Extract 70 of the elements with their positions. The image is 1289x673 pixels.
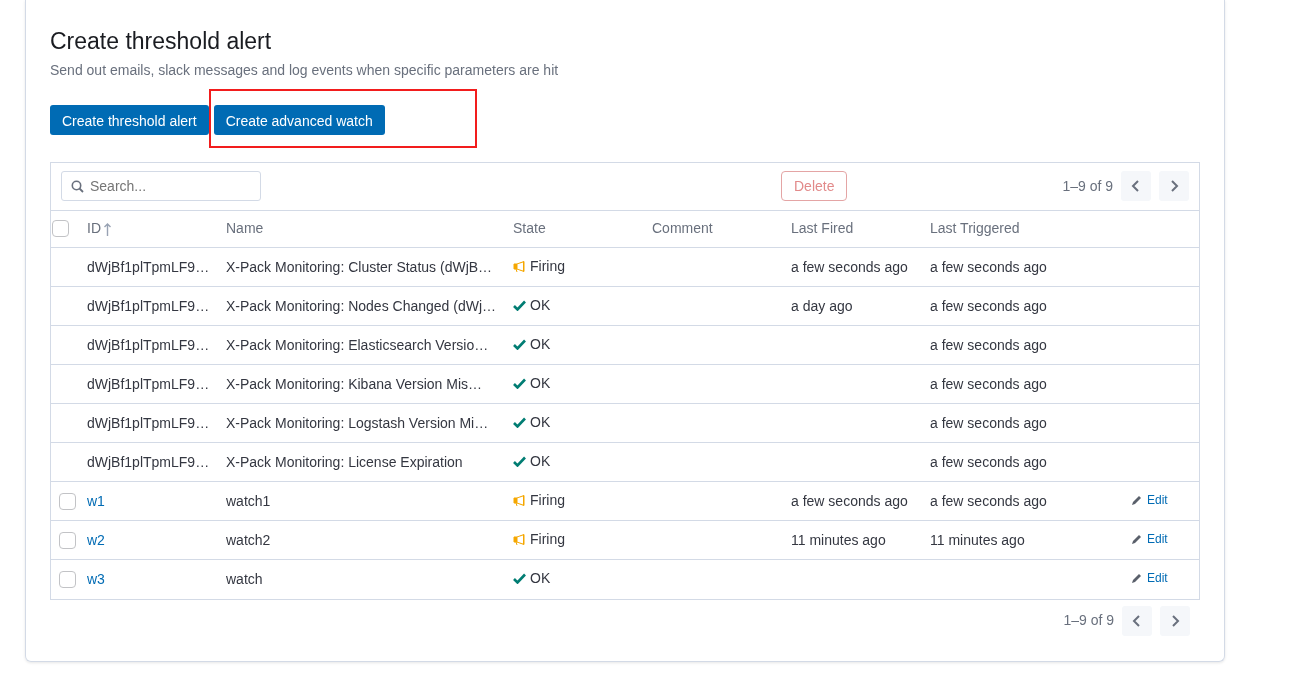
- row-checkbox[interactable]: [59, 570, 76, 588]
- last-triggered-time: a few seconds ago: [930, 375, 1047, 392]
- watch-name: watch: [226, 570, 263, 587]
- last-triggered-time: a few seconds ago: [930, 492, 1047, 509]
- pencil-icon: [1131, 572, 1142, 584]
- chevron-right-icon: [1169, 180, 1179, 193]
- select-all-checkbox[interactable]: [52, 220, 69, 238]
- watch-id-link[interactable]: w2: [87, 531, 105, 548]
- watch-name: X-Pack Monitoring: License Expiration: [226, 453, 463, 470]
- state-label: OK: [530, 296, 551, 316]
- last-triggered-time: a few seconds ago: [930, 297, 1047, 314]
- column-header[interactable]: Last Triggered: [930, 220, 1020, 237]
- last-triggered-time: a few seconds ago: [930, 453, 1047, 470]
- watch-name: X-Pack Monitoring: Nodes Changed (dWj…: [226, 297, 496, 314]
- watch-id: dWjBf1plTpmLF9…: [87, 297, 210, 314]
- previous-page-button[interactable]: [1122, 605, 1152, 636]
- watch-id: dWjBf1plTpmLF9…: [87, 414, 210, 431]
- edit-link[interactable]: Edit: [1131, 491, 1168, 510]
- column-header[interactable]: State: [513, 220, 546, 237]
- last-fired-time: 11 minutes ago: [791, 531, 886, 548]
- state-label: Firing: [530, 491, 565, 511]
- edit-link[interactable]: Edit: [1131, 530, 1168, 549]
- column-header[interactable]: Last Fired: [791, 220, 854, 237]
- chevron-left-icon: [1132, 614, 1142, 627]
- row-checkbox[interactable]: [59, 531, 76, 549]
- state-label: OK: [530, 452, 551, 472]
- watch-id-link[interactable]: w1: [87, 492, 105, 509]
- last-fired-time: a few seconds ago: [791, 492, 908, 509]
- state-label: OK: [530, 335, 551, 355]
- last-fired-time: a few seconds ago: [791, 258, 908, 275]
- pagination-count: 1–9 of 9: [1063, 611, 1114, 631]
- state-label: OK: [530, 569, 551, 589]
- create-button[interactable]: Create threshold alert: [50, 104, 209, 135]
- last-triggered-time: a few seconds ago: [930, 336, 1047, 353]
- next-page-button[interactable]: [1159, 171, 1189, 202]
- watch-id: dWjBf1plTpmLF9…: [87, 453, 210, 470]
- watch-name: X-Pack Monitoring: Elasticsearch Versio…: [226, 336, 489, 353]
- chevron-left-icon: [1131, 180, 1141, 193]
- page-subtitle: Send out emails, slack messages and log events when specific parameters are hit: [50, 60, 560, 80]
- page-title: Create threshold alert: [50, 28, 273, 56]
- watch-name: X-Pack Monitoring: Logstash Version Mi…: [226, 414, 489, 431]
- edit-link[interactable]: Edit: [1131, 569, 1168, 588]
- watch-name: watch1: [226, 492, 271, 509]
- state-label: OK: [530, 413, 551, 433]
- watch-id: dWjBf1plTpmLF9…: [87, 258, 210, 275]
- column-header[interactable]: ID: [87, 220, 101, 237]
- watch-id: dWjBf1plTpmLF9…: [87, 375, 210, 392]
- row-checkbox[interactable]: [59, 492, 76, 510]
- column-header[interactable]: Name: [226, 220, 264, 237]
- last-triggered-time: 11 minutes ago: [930, 531, 1025, 548]
- search-field[interactable]: Search...: [61, 171, 261, 202]
- last-fired-time: a day ago: [791, 297, 853, 314]
- pencil-icon: [1131, 494, 1142, 506]
- watch-id: dWjBf1plTpmLF9…: [87, 336, 210, 353]
- previous-page-button[interactable]: [1121, 171, 1151, 202]
- watch-id-link[interactable]: w3: [87, 570, 105, 587]
- pencil-icon: [1131, 533, 1142, 545]
- chevron-right-icon: [1170, 614, 1180, 627]
- state-label: Firing: [530, 530, 565, 550]
- next-page-button[interactable]: [1160, 605, 1190, 636]
- last-triggered-time: a few seconds ago: [930, 414, 1047, 431]
- watch-name: X-Pack Monitoring: Kibana Version Mis…: [226, 375, 482, 392]
- pagination-count: 1–9 of 9: [1062, 176, 1113, 196]
- create-button[interactable]: Create advanced watch: [213, 104, 385, 135]
- state-label: Firing: [530, 257, 565, 277]
- watch-name: X-Pack Monitoring: Cluster Status (dWjB…: [226, 258, 493, 275]
- state-label: OK: [530, 374, 551, 394]
- column-header[interactable]: Comment: [652, 220, 713, 237]
- last-triggered-time: a few seconds ago: [930, 258, 1047, 275]
- watch-name: watch2: [226, 531, 271, 548]
